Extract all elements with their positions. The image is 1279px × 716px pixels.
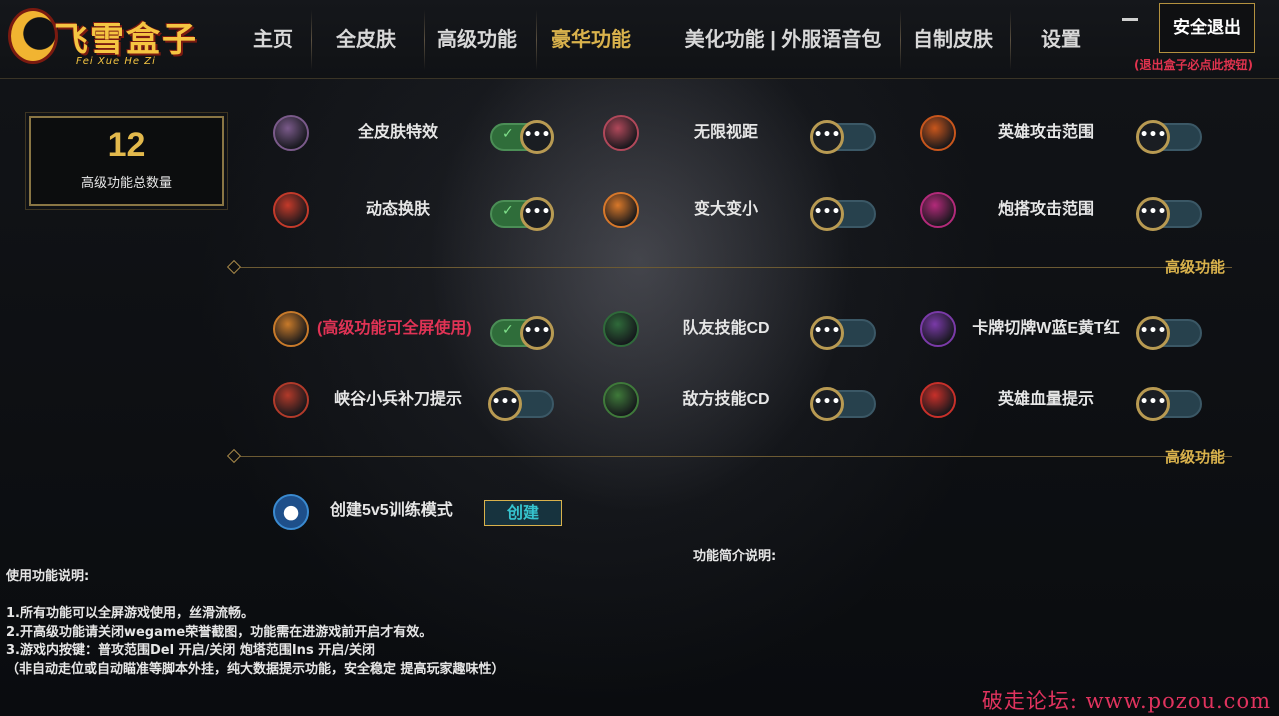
toggle-knob[interactable]: ••• bbox=[810, 387, 844, 421]
usage-line: 使用功能说明: bbox=[6, 569, 90, 584]
winged-helmet-icon bbox=[273, 311, 309, 347]
toggle-knob[interactable]: ••• bbox=[1136, 316, 1170, 350]
toggle-knob[interactable]: ••• bbox=[520, 316, 554, 350]
toggle-knob[interactable]: ••• bbox=[1136, 120, 1170, 154]
feature-label: 英雄血量提示 bbox=[997, 391, 1095, 408]
nav-advanced[interactable]: 高级功能 bbox=[430, 22, 524, 58]
toggle-knob[interactable]: ••• bbox=[810, 120, 844, 154]
feature-toggle[interactable]: ••• bbox=[810, 316, 876, 350]
usage-instructions: 使用功能说明: 1.所有功能可以全屏游戏使用，丝滑流畅。 2.开高级功能请关闭w… bbox=[6, 568, 505, 679]
hooded-figure-icon bbox=[273, 382, 309, 418]
feature-label: 变大变小 bbox=[693, 201, 759, 218]
feature-toggle[interactable]: ••• bbox=[810, 197, 876, 231]
elephant-mech-icon bbox=[273, 115, 309, 151]
toggle-knob[interactable]: ••• bbox=[520, 120, 554, 154]
top-nav-bar: 飞雪盒子 Fei Xue He Zi 主页 全皮肤 高级功能 豪华功能 美化功能… bbox=[0, 0, 1279, 79]
feature-toggle[interactable]: ✓ ••• bbox=[490, 197, 554, 231]
phoenix-icon bbox=[920, 382, 956, 418]
feature-count: 12 bbox=[107, 126, 146, 164]
nav-divider bbox=[424, 10, 425, 70]
app-logo: 飞雪盒子 Fei Xue He Zi bbox=[6, 4, 206, 70]
feature-count-box: 12 高级功能总数量 bbox=[25, 112, 228, 210]
moon-icon bbox=[8, 8, 58, 64]
feature-label: 炮搭攻击范围 bbox=[997, 201, 1095, 218]
panda-icon bbox=[603, 311, 639, 347]
feature-label: 峡谷小兵补刀提示 bbox=[333, 391, 463, 408]
nav-settings[interactable]: 设置 bbox=[1030, 22, 1092, 58]
green-ogre-icon bbox=[603, 382, 639, 418]
feature-toggle[interactable]: ••• bbox=[1136, 387, 1202, 421]
feature-label: (高级功能可全屏使用) bbox=[317, 320, 472, 337]
feature-toggle[interactable]: ••• bbox=[810, 120, 876, 154]
feature-toggle[interactable]: ••• bbox=[1136, 197, 1202, 231]
intro-title: 功能简介说明: bbox=[693, 549, 777, 564]
check-icon: ✓ bbox=[502, 203, 514, 219]
feature-toggle[interactable]: ••• bbox=[488, 387, 554, 421]
check-icon: ✓ bbox=[502, 322, 514, 338]
feature-label: 无限视距 bbox=[693, 124, 759, 141]
purple-beast-icon bbox=[920, 311, 956, 347]
create-training-button[interactable]: 创建 bbox=[484, 500, 562, 526]
boar-icon bbox=[273, 192, 309, 228]
nav-divider bbox=[536, 10, 537, 70]
bomb-mascot-icon: ● bbox=[273, 494, 309, 530]
feature-label: 队友技能CD bbox=[682, 320, 770, 337]
check-icon: ✓ bbox=[502, 126, 514, 142]
golem-icon bbox=[920, 115, 956, 151]
usage-line: （非自动走位或自动瞄准等脚本外挂，纯大数据提示功能，安全稳定 提高玩家趣味性） bbox=[6, 661, 505, 677]
feature-toggle[interactable]: ••• bbox=[810, 387, 876, 421]
nav-beautify-voice[interactable]: 美化功能 | 外服语音包 bbox=[678, 22, 888, 58]
training-label: 创建5v5训练模式 bbox=[330, 502, 453, 519]
usage-line: 2.开高级功能请关闭wegame荣誉截图，功能需在进游戏前开启才有效。 bbox=[6, 624, 433, 640]
feature-label: 卡牌切牌W蓝E黄T红 bbox=[972, 320, 1120, 337]
feature-toggle[interactable]: ••• bbox=[1136, 316, 1202, 350]
feature-toggle[interactable]: ••• bbox=[1136, 120, 1202, 154]
usage-line: 3.游戏内按键：普攻范围Del 开启/关闭 炮塔范围Ins 开启/关闭 bbox=[6, 643, 375, 658]
nav-divider bbox=[311, 10, 312, 70]
minimize-button[interactable] bbox=[1122, 18, 1138, 21]
usage-line: 1.所有功能可以全屏游戏使用，丝滑流畅。 bbox=[6, 606, 254, 621]
toggle-knob[interactable]: ••• bbox=[810, 197, 844, 231]
nav-all-skins[interactable]: 全皮肤 bbox=[320, 22, 412, 58]
toggle-knob[interactable]: ••• bbox=[1136, 197, 1170, 231]
toggle-knob[interactable]: ••• bbox=[520, 197, 554, 231]
toggle-knob[interactable]: ••• bbox=[1136, 387, 1170, 421]
spiked-warrior-icon bbox=[920, 192, 956, 228]
nav-custom-skins[interactable]: 自制皮肤 bbox=[906, 22, 1000, 58]
rhino-icon bbox=[603, 115, 639, 151]
exit-hint: (退出盒子必点此按钮) bbox=[1134, 58, 1253, 72]
logo-title: 飞雪盒子 bbox=[54, 20, 198, 60]
logo-subtitle: Fei Xue He Zi bbox=[76, 56, 156, 67]
toggle-knob[interactable]: ••• bbox=[810, 316, 844, 350]
nav-divider bbox=[900, 10, 901, 70]
feature-label: 敌方技能CD bbox=[682, 391, 770, 408]
feature-label: 全皮肤特效 bbox=[357, 124, 439, 141]
dragon-icon bbox=[603, 192, 639, 228]
nav-home[interactable]: 主页 bbox=[236, 22, 310, 58]
section-label: 高级功能 bbox=[1165, 449, 1226, 466]
usage-line bbox=[6, 587, 505, 606]
feature-toggle[interactable]: ✓ ••• bbox=[490, 120, 554, 154]
safe-exit-button[interactable]: 安全退出 bbox=[1159, 3, 1255, 53]
section-label: 高级功能 bbox=[1165, 259, 1226, 276]
section-divider bbox=[232, 456, 1232, 457]
feature-count-label: 高级功能总数量 bbox=[80, 176, 172, 191]
section-divider bbox=[232, 267, 1232, 268]
feature-toggle[interactable]: ✓ ••• bbox=[490, 316, 554, 350]
toggle-knob[interactable]: ••• bbox=[488, 387, 522, 421]
nav-divider bbox=[1010, 10, 1011, 70]
watermark: 破走论坛: www.pozou.com bbox=[981, 689, 1271, 713]
nav-deluxe[interactable]: 豪华功能 bbox=[544, 22, 638, 58]
feature-label: 英雄攻击范围 bbox=[997, 124, 1095, 141]
feature-label: 动态换肤 bbox=[365, 201, 431, 218]
